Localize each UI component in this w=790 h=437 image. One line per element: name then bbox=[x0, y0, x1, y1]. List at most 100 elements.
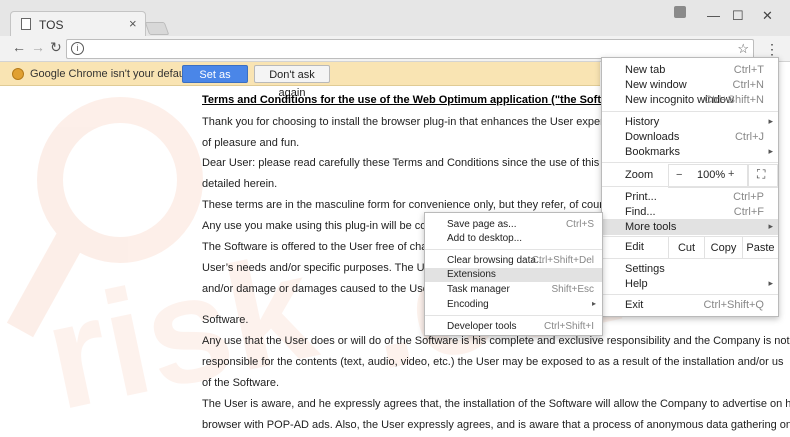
menu-item-exit[interactable]: Exit Ctrl+Shift+Q bbox=[602, 299, 778, 313]
edit-label: Edit bbox=[625, 241, 644, 253]
menu-item-shortcut: Ctrl+F bbox=[733, 206, 764, 218]
menu-item-label: History bbox=[625, 116, 660, 128]
minimize-icon[interactable]: — bbox=[707, 8, 720, 23]
submenu-arrow-icon: ▸ bbox=[768, 116, 773, 126]
menu-separator bbox=[602, 111, 778, 112]
menu-item-label: Print... bbox=[625, 191, 657, 203]
menu-item-more-tools[interactable]: More tools ▸ bbox=[602, 219, 778, 235]
menu-item-history[interactable]: History ▸ bbox=[602, 116, 778, 130]
more-tools-submenu: Save page as... Ctrl+S Add to desktop...… bbox=[424, 212, 603, 336]
address-bar[interactable]: i ☆ bbox=[66, 39, 754, 59]
dont-ask-again-button[interactable]: Don't ask again bbox=[254, 65, 330, 99]
menu-separator bbox=[602, 162, 778, 163]
maximize-icon[interactable]: ☐ bbox=[732, 8, 744, 24]
menu-item-shortcut: Ctrl+J bbox=[734, 131, 764, 143]
menu-edit-row: Edit Cut Copy Paste bbox=[602, 237, 778, 259]
window-close-icon[interactable]: ✕ bbox=[762, 8, 773, 24]
menu-item-label: Encoding bbox=[447, 299, 489, 310]
menu-item-downloads[interactable]: Downloads Ctrl+J bbox=[602, 131, 778, 145]
menu-item-developer-tools[interactable]: Developer tools Ctrl+Shift+I bbox=[425, 320, 602, 334]
profile-icon[interactable] bbox=[674, 6, 686, 18]
menu-item-label: More tools bbox=[625, 221, 677, 233]
zoom-out-button[interactable]: − bbox=[676, 169, 682, 181]
text-line: of the Software. bbox=[202, 377, 280, 389]
chrome-icon bbox=[12, 68, 24, 80]
menu-item-label: Help bbox=[625, 278, 648, 290]
zoom-level: 100% bbox=[697, 169, 726, 181]
text-line: responsible for the contents (text, audi… bbox=[202, 356, 784, 368]
tab-title: TOS bbox=[39, 18, 64, 32]
chrome-menu-icon[interactable]: ⋮ bbox=[765, 40, 779, 58]
menu-item-clear-browsing-data[interactable]: Clear browsing data... Ctrl+Shift+Del bbox=[425, 254, 602, 268]
text-line: The User is aware, and he expressly agre… bbox=[202, 398, 790, 410]
chrome-main-menu: New tab Ctrl+T New window Ctrl+N New inc… bbox=[601, 57, 779, 317]
menu-item-shortcut: Ctrl+S bbox=[565, 219, 594, 230]
menu-item-save-page[interactable]: Save page as... Ctrl+S bbox=[425, 218, 602, 232]
menu-item-label: Downloads bbox=[625, 131, 680, 143]
menu-item-label: Exit bbox=[625, 299, 644, 311]
close-tab-icon[interactable]: × bbox=[129, 16, 137, 31]
forward-arrow-icon[interactable]: → bbox=[31, 39, 45, 55]
menu-item-label: Settings bbox=[625, 263, 665, 275]
menu-item-shortcut: Ctrl+Shift+N bbox=[704, 94, 764, 106]
fullscreen-icon[interactable]: ⛶ bbox=[757, 167, 765, 182]
bookmark-star-icon[interactable]: ☆ bbox=[737, 41, 749, 57]
menu-item-label: Developer tools bbox=[447, 321, 517, 332]
zoom-label: Zoom bbox=[625, 169, 654, 181]
menu-item-bookmarks[interactable]: Bookmarks ▸ bbox=[602, 146, 778, 160]
menu-item-shortcut: Ctrl+Shift+Q bbox=[703, 299, 764, 311]
page-icon bbox=[21, 18, 31, 30]
zoom-in-button[interactable]: + bbox=[728, 168, 734, 180]
text-line: browser with POP-AD ads. Also, the User … bbox=[202, 419, 790, 431]
back-arrow-icon[interactable]: ← bbox=[12, 39, 26, 55]
menu-item-shortcut: Ctrl+T bbox=[733, 64, 764, 76]
menu-item-new-incognito-window[interactable]: New incognito window Ctrl+Shift+N bbox=[602, 94, 778, 108]
reload-icon[interactable]: ↻ bbox=[50, 39, 62, 56]
menu-item-extensions[interactable]: Extensions bbox=[425, 268, 602, 282]
menu-item-label: Save page as... bbox=[447, 219, 517, 230]
menu-item-label: Clear browsing data... bbox=[447, 255, 545, 266]
menu-item-print[interactable]: Print... Ctrl+P bbox=[602, 191, 778, 205]
menu-item-new-window[interactable]: New window Ctrl+N bbox=[602, 79, 778, 93]
menu-item-help[interactable]: Help ▸ bbox=[602, 278, 778, 292]
info-icon[interactable]: i bbox=[71, 42, 84, 55]
menu-item-label: Find... bbox=[625, 206, 656, 218]
menu-separator bbox=[602, 186, 778, 187]
set-as-default-button[interactable]: Set as default bbox=[182, 65, 248, 99]
new-tab-button[interactable] bbox=[144, 22, 170, 35]
menu-separator bbox=[425, 249, 602, 250]
menu-item-shortcut: Ctrl+Shift+Del bbox=[531, 255, 594, 266]
menu-item-label: New tab bbox=[625, 64, 666, 76]
default-browser-infobar: Google Chrome isn't your default browser… bbox=[0, 62, 600, 99]
submenu-arrow-icon: ▸ bbox=[768, 278, 773, 288]
menu-separator bbox=[602, 258, 778, 259]
text-line: Software. bbox=[202, 314, 249, 326]
menu-item-label: Bookmarks bbox=[625, 146, 681, 158]
submenu-arrow-icon: ▸ bbox=[768, 146, 773, 156]
menu-item-label: Add to desktop... bbox=[447, 233, 523, 244]
menu-item-shortcut: Shift+Esc bbox=[551, 284, 594, 295]
text-line: of pleasure and fun. bbox=[202, 137, 300, 149]
menu-item-label: Extensions bbox=[447, 269, 496, 280]
menu-item-shortcut: Ctrl+N bbox=[732, 79, 764, 91]
menu-item-encoding[interactable]: Encoding ▸ bbox=[425, 298, 602, 312]
menu-zoom-row: Zoom − 100% + ⛶ bbox=[602, 164, 778, 188]
menu-item-task-manager[interactable]: Task manager Shift+Esc bbox=[425, 283, 602, 297]
tab-tos[interactable]: TOS × bbox=[10, 11, 146, 36]
text-line: Any use that the User does or will do of… bbox=[202, 335, 790, 347]
copy-button[interactable]: Copy bbox=[704, 237, 742, 259]
menu-item-add-to-desktop[interactable]: Add to desktop... bbox=[425, 232, 602, 246]
menu-separator bbox=[602, 294, 778, 295]
text-line: detailed herein. bbox=[202, 178, 278, 190]
menu-item-find[interactable]: Find... Ctrl+F bbox=[602, 206, 778, 220]
menu-separator bbox=[425, 315, 602, 316]
submenu-arrow-icon: ▸ bbox=[768, 221, 773, 231]
menu-item-settings[interactable]: Settings bbox=[602, 263, 778, 277]
submenu-arrow-icon: ▸ bbox=[591, 299, 596, 308]
menu-item-label: Task manager bbox=[447, 284, 510, 295]
menu-item-label: New window bbox=[625, 79, 687, 91]
menu-item-new-tab[interactable]: New tab Ctrl+T bbox=[602, 64, 778, 78]
menu-item-shortcut: Ctrl+P bbox=[733, 191, 764, 203]
paste-button[interactable]: Paste bbox=[742, 237, 778, 259]
cut-button[interactable]: Cut bbox=[668, 237, 704, 259]
